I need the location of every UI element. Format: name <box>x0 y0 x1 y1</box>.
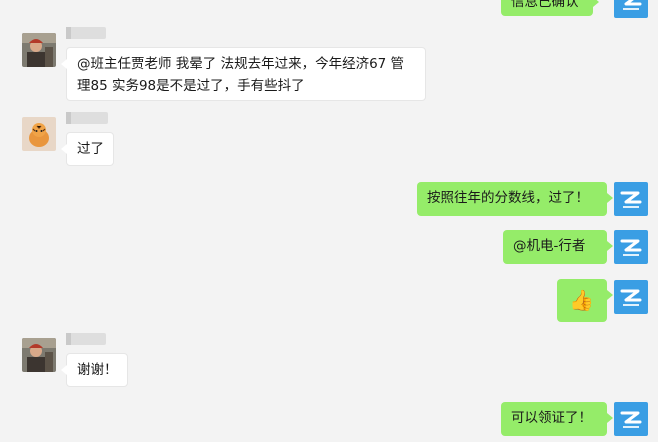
message-row-self: 信息已确认 <box>0 0 658 20</box>
man-photo-icon <box>22 33 56 67</box>
message-bubble-other[interactable]: @班主任贾老师 我晕了 法规去年过来，今年经济67 管理85 实务98是不是过了… <box>61 47 426 101</box>
brand-logo-avatar[interactable] <box>614 230 648 264</box>
message-row-self: 按照往年的分数线，过了！ <box>0 180 658 220</box>
message-bubble-self[interactable]: @机电-行者 <box>503 230 613 264</box>
thumbs-up-emoji-bubble[interactable]: 👍 <box>557 279 613 322</box>
tiger-sticker-icon <box>22 117 56 151</box>
sender-name-blurred <box>66 27 106 39</box>
tiger-sticker-avatar[interactable] <box>22 117 56 151</box>
message-row-other: 过了 <box>0 112 658 168</box>
brand-logo-icon <box>614 280 648 314</box>
message-bubble-self[interactable]: 信息已确认 <box>501 0 599 16</box>
brand-logo-avatar[interactable] <box>614 402 648 436</box>
message-bubble-other[interactable]: 谢谢！ <box>61 353 128 387</box>
message-bubble-other[interactable]: 过了 <box>61 132 114 166</box>
brand-logo-avatar[interactable] <box>614 0 648 18</box>
man-photo-avatar[interactable] <box>22 33 56 67</box>
message-bubble-self[interactable]: 可以领证了！ <box>501 402 613 436</box>
sender-name-blurred <box>66 333 106 345</box>
brand-logo-icon <box>614 230 648 264</box>
brand-logo-avatar[interactable] <box>614 182 648 216</box>
man-photo-icon <box>22 338 56 372</box>
brand-logo-icon <box>614 182 648 216</box>
message-row-self: 可以领证了！ <box>0 400 658 442</box>
message-row-other: 谢谢！ <box>0 333 658 389</box>
message-row-other: @班主任贾老师 我晕了 法规去年过来，今年经济67 管理85 实务98是不是过了… <box>0 25 658 105</box>
brand-logo-icon <box>614 0 648 18</box>
man-photo-avatar[interactable] <box>22 338 56 372</box>
chat-message-list[interactable]: 信息已确认 @班主任贾老师 我晕了 法规去年过来，今年经济67 管理85 实务9… <box>0 0 658 442</box>
message-row-self: 👍 <box>0 278 658 324</box>
brand-logo-icon <box>614 402 648 436</box>
message-row-self: @机电-行者 <box>0 228 658 268</box>
sender-name-blurred <box>66 112 108 124</box>
brand-logo-avatar[interactable] <box>614 280 648 314</box>
message-bubble-self[interactable]: 按照往年的分数线，过了！ <box>417 182 613 216</box>
